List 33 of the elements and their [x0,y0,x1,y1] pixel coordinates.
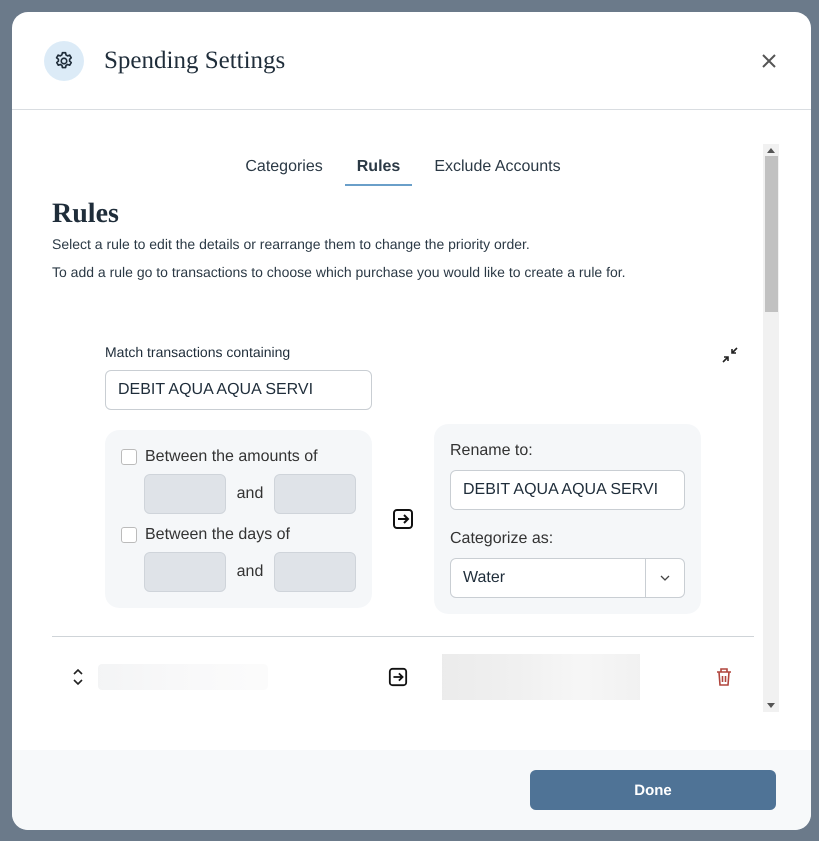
section-heading: Rules [52,198,120,230]
field-label: Rename to: [450,442,534,460]
category-dropdown[interactable]: Water [450,558,685,598]
scroll-down-icon[interactable] [767,703,775,708]
description: To add a rule go to transactions to choose which purchase you would like to create a rule for. [52,264,627,280]
field-label: Match transactions containing [105,344,292,360]
checkbox[interactable] [121,449,137,465]
input-field[interactable] [144,474,226,514]
checkbox[interactable] [121,527,137,543]
sort-icon[interactable] [72,668,84,686]
scrollbar-thumb[interactable] [764,156,778,312]
condition-label: Between the days of [145,526,290,544]
input-field[interactable] [274,552,356,592]
tab[interactable]: Categories [233,154,335,186]
rename-field[interactable]: DEBIT AQUA AQUA SERVI [450,470,685,510]
scroll-up-icon[interactable] [767,148,775,153]
collapse-icon[interactable] [721,346,739,364]
done-button[interactable]: Done [530,770,776,810]
tab[interactable]: Exclude Accounts [422,154,573,186]
condition-label: Between the amounts of [145,448,318,466]
match-field[interactable]: DEBIT AQUA AQUA SERVI [105,370,372,410]
tab[interactable]: Rules [344,154,412,186]
description: Select a rule to edit the details or rearrange them to change the priority order. [52,236,531,252]
scrollbar[interactable] [763,144,779,712]
input-field[interactable] [144,552,226,592]
input-field[interactable] [274,474,356,514]
dialog-title: Spending Settings [104,46,286,74]
trash-icon[interactable] [716,667,732,687]
gear-icon [44,40,84,80]
field-label: Categorize as: [450,530,554,548]
chevron-down-icon [660,575,670,581]
and-label: and [236,485,264,503]
and-label: and [236,563,264,581]
